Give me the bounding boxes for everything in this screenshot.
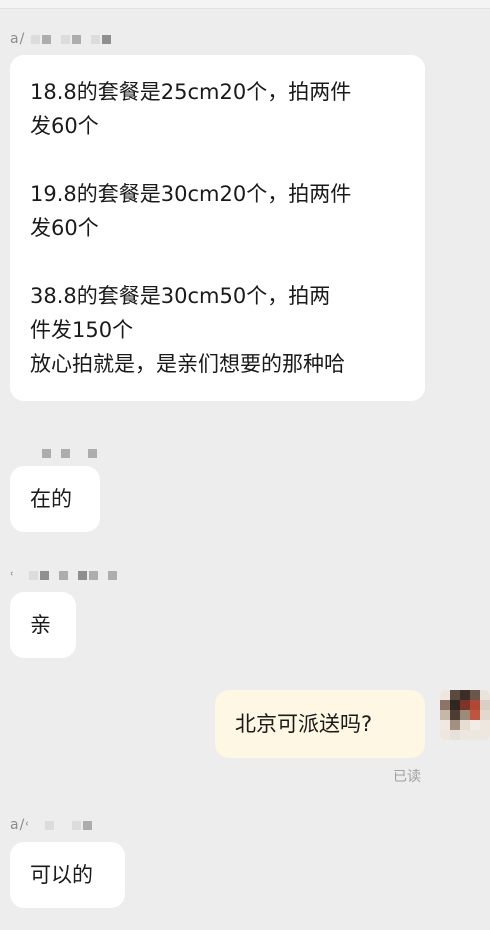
message-line-blank: ​ (30, 143, 407, 177)
sender-name-blurred (36, 444, 97, 462)
read-status: 已读 (393, 769, 421, 785)
message-bubble-keyide[interactable]: 可以的 (10, 842, 125, 908)
message-bubble-outgoing[interactable]: 北京可派送吗? (215, 690, 425, 758)
message-line: 38.8的套餐是30cm50个，拍两 (30, 284, 331, 308)
sender-name-blurred: ˓ (10, 566, 118, 584)
user-avatar[interactable] (440, 690, 490, 740)
message-line: 发60个 (30, 114, 99, 138)
message-line: 件发150个 (30, 318, 134, 342)
message-bubble-qin[interactable]: 亲 (10, 592, 76, 658)
message-bubble-packages[interactable]: 18.8的套餐是25cm20个，拍两件 发60个 ​ 19.8的套餐是30cm2… (10, 55, 425, 401)
message-text: 北京可派送吗? (235, 712, 373, 736)
name-mosaic (21, 570, 118, 580)
name-mosaic (31, 34, 112, 44)
sender-name-prefix: ˓ (10, 567, 16, 583)
message-line-blank: ​ (30, 245, 407, 279)
name-mosaic (42, 448, 97, 458)
sender-name-prefix: a/ (10, 31, 26, 47)
message-line: 18.8的套餐是25cm20个，拍两件 (30, 80, 352, 104)
message-text: 亲 (30, 613, 51, 637)
top-divider (0, 0, 490, 9)
message-bubble-zaide[interactable]: 在的 (10, 466, 100, 532)
name-mosaic (37, 820, 92, 830)
message-line: 放心拍就是，是亲们想要的那种哈 (30, 352, 345, 376)
sender-name-blurred: a/˓ (10, 816, 92, 834)
sender-name-blurred: a/ (10, 30, 112, 48)
message-text: 可以的 (30, 863, 93, 887)
message-line: 发60个 (30, 216, 99, 240)
message-line: 19.8的套餐是30cm20个，拍两件 (30, 182, 352, 206)
message-text: 在的 (30, 487, 72, 511)
sender-name-prefix: a/˓ (10, 817, 31, 833)
